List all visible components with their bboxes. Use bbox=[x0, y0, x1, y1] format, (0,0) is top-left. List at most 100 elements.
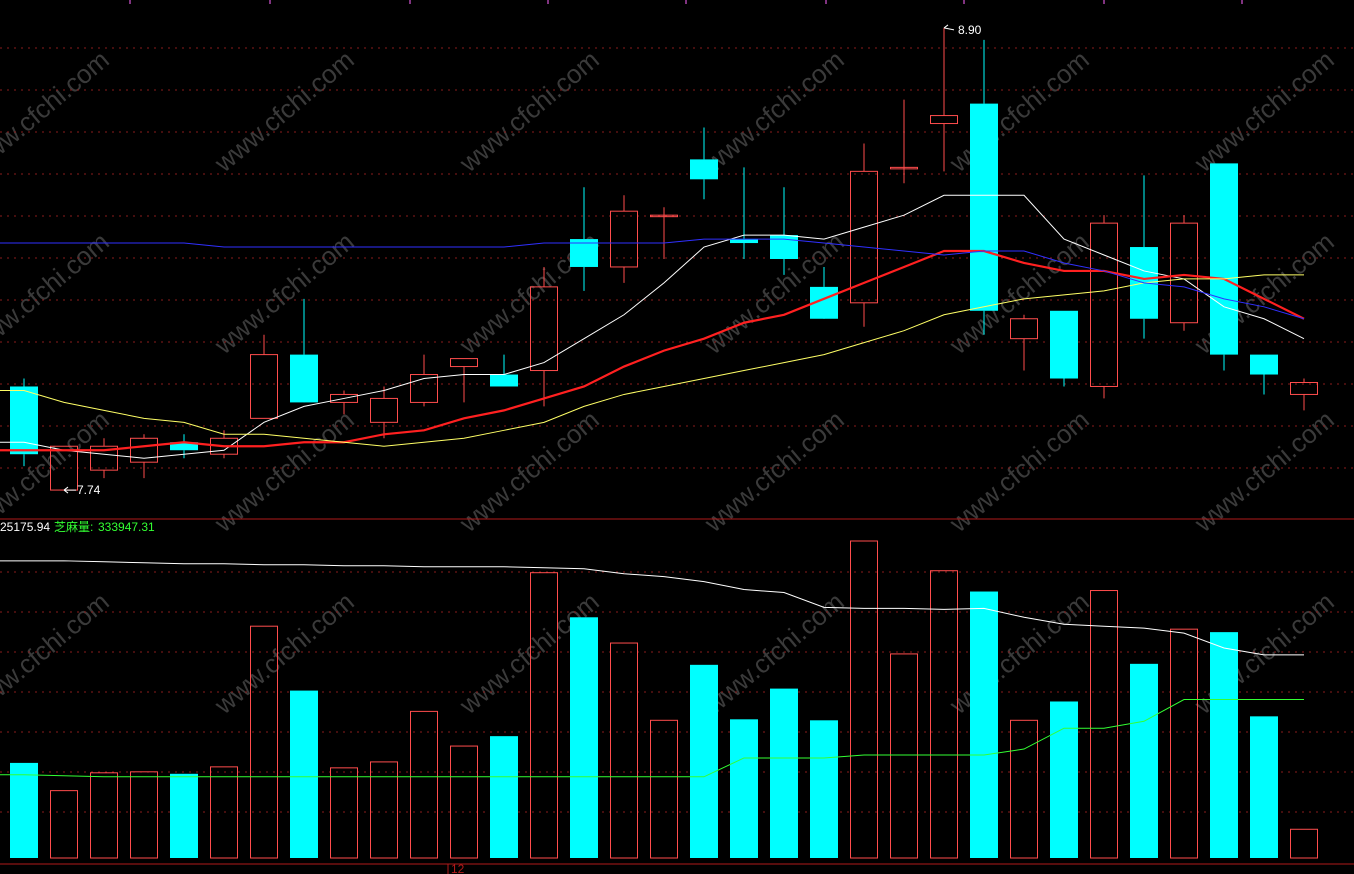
candle-body bbox=[1010, 318, 1038, 340]
price-ma-line-white bbox=[0, 194, 1305, 459]
volume-bar bbox=[490, 736, 518, 858]
price-ma-line-yellow bbox=[0, 274, 1304, 447]
candle bbox=[1210, 163, 1238, 371]
candle-body bbox=[290, 354, 318, 403]
volume-bar bbox=[650, 719, 678, 859]
candle-body bbox=[690, 159, 718, 180]
price-ma-line-red bbox=[0, 249, 1305, 452]
volume-bar bbox=[1050, 701, 1078, 858]
volume-bar bbox=[50, 790, 78, 859]
volume-bar bbox=[1130, 663, 1158, 858]
candle-body bbox=[610, 210, 638, 268]
candle bbox=[410, 354, 438, 407]
volume-bar bbox=[410, 710, 438, 859]
volume-bar bbox=[10, 762, 38, 858]
candle bbox=[890, 99, 918, 184]
candle bbox=[1090, 215, 1118, 399]
candle bbox=[1010, 314, 1038, 371]
high-price-label: 8.90 bbox=[958, 23, 982, 37]
volume-header: 25175.94 芝麻量: 333947.31 bbox=[0, 519, 155, 534]
candle-body bbox=[730, 239, 758, 244]
candle bbox=[650, 207, 678, 259]
watermark-text: www.cfchi.com bbox=[943, 586, 1095, 720]
volume-bar bbox=[690, 664, 718, 858]
candle-body bbox=[970, 103, 998, 311]
candle-body bbox=[930, 115, 958, 125]
watermark-text: www.cfchi.com bbox=[208, 404, 360, 538]
volume-bar bbox=[810, 720, 838, 858]
volume-ma-line-white bbox=[0, 560, 1304, 656]
candle bbox=[1170, 215, 1198, 331]
watermark-text: www.cfchi.com bbox=[943, 404, 1095, 538]
candle-body bbox=[370, 397, 398, 423]
watermark-text: www.cfchi.com bbox=[698, 404, 850, 538]
watermark-text: www.cfchi.com bbox=[208, 44, 360, 178]
volume-value-label: 25175.94 bbox=[0, 520, 50, 534]
volume-bar bbox=[730, 719, 758, 858]
watermark-text: www.cfchi.com bbox=[698, 44, 850, 178]
watermark-text: www.cfchi.com bbox=[453, 404, 605, 538]
watermark-text: www.cfchi.com bbox=[0, 226, 115, 360]
volume-bar bbox=[450, 745, 478, 859]
watermark-text: www.cfchi.com bbox=[0, 586, 115, 720]
price-moving-averages bbox=[0, 194, 1305, 459]
high-marker: 8.90 bbox=[943, 23, 982, 37]
watermark-text: www.cfchi.com bbox=[943, 44, 1095, 178]
volume-bar bbox=[1170, 628, 1198, 859]
watermark-text: www.cfchi.com bbox=[0, 44, 115, 178]
candle bbox=[850, 143, 878, 327]
volume-bar bbox=[330, 767, 358, 859]
volume-bar bbox=[1250, 716, 1278, 858]
candle-body bbox=[450, 358, 478, 368]
candle bbox=[1050, 310, 1078, 387]
volume-bar bbox=[770, 688, 798, 858]
candle bbox=[1290, 378, 1318, 411]
candle bbox=[10, 378, 38, 467]
volume-name-label: 芝麻量: bbox=[54, 519, 93, 534]
volume-bar bbox=[850, 540, 878, 859]
volume-bar bbox=[1210, 632, 1238, 858]
volume-bar bbox=[610, 642, 638, 859]
stock-chart: www.cfchi.com www.cfchi.com www.cfchi.com w… bbox=[0, 0, 1354, 874]
volume-bar bbox=[90, 772, 118, 859]
volume-bar bbox=[970, 591, 998, 858]
watermark-text: www.cfchi.com bbox=[208, 586, 360, 720]
candle bbox=[370, 386, 398, 439]
volume-bars bbox=[10, 540, 1318, 859]
candle-body bbox=[1090, 222, 1118, 387]
candle bbox=[250, 334, 278, 419]
candle-body bbox=[1250, 354, 1278, 375]
watermark-text: www.cfchi.com bbox=[1188, 404, 1340, 538]
volume-bar bbox=[1290, 828, 1318, 859]
candle bbox=[450, 358, 478, 403]
watermark-text: www.cfchi.com bbox=[208, 226, 360, 360]
volume-bar bbox=[930, 570, 958, 859]
x-axis: 12 bbox=[447, 862, 465, 874]
volume-bar bbox=[290, 690, 318, 858]
watermark-text: www.cfchi.com bbox=[1188, 44, 1340, 178]
watermark-layer: www.cfchi.com www.cfchi.com www.cfchi.com w… bbox=[0, 44, 1340, 720]
candle bbox=[1130, 175, 1158, 339]
high-arrow-icon bbox=[943, 24, 955, 31]
volume-name-value: 333947.31 bbox=[98, 520, 155, 534]
low-price-label: 7.74 bbox=[77, 483, 101, 497]
candle-body bbox=[1050, 310, 1078, 379]
volume-bar bbox=[1090, 590, 1118, 859]
volume-bar bbox=[570, 617, 598, 858]
volume-bar bbox=[170, 773, 198, 858]
low-marker: 7.74 bbox=[63, 483, 101, 497]
candle-body bbox=[250, 354, 278, 419]
candle-body bbox=[1210, 163, 1238, 355]
volume-moving-averages bbox=[0, 560, 1304, 778]
volume-bar bbox=[130, 771, 158, 859]
volume-ma-line-green bbox=[0, 699, 1304, 778]
candle bbox=[730, 167, 758, 259]
watermark-text: www.cfchi.com bbox=[453, 44, 605, 178]
candle bbox=[690, 127, 718, 200]
price-ma-line-blue bbox=[0, 238, 1305, 320]
candle bbox=[570, 187, 598, 291]
x-axis-tick-label: 12 bbox=[451, 862, 465, 874]
candle bbox=[610, 195, 638, 283]
candle bbox=[970, 39, 998, 335]
candle-body bbox=[490, 374, 518, 387]
